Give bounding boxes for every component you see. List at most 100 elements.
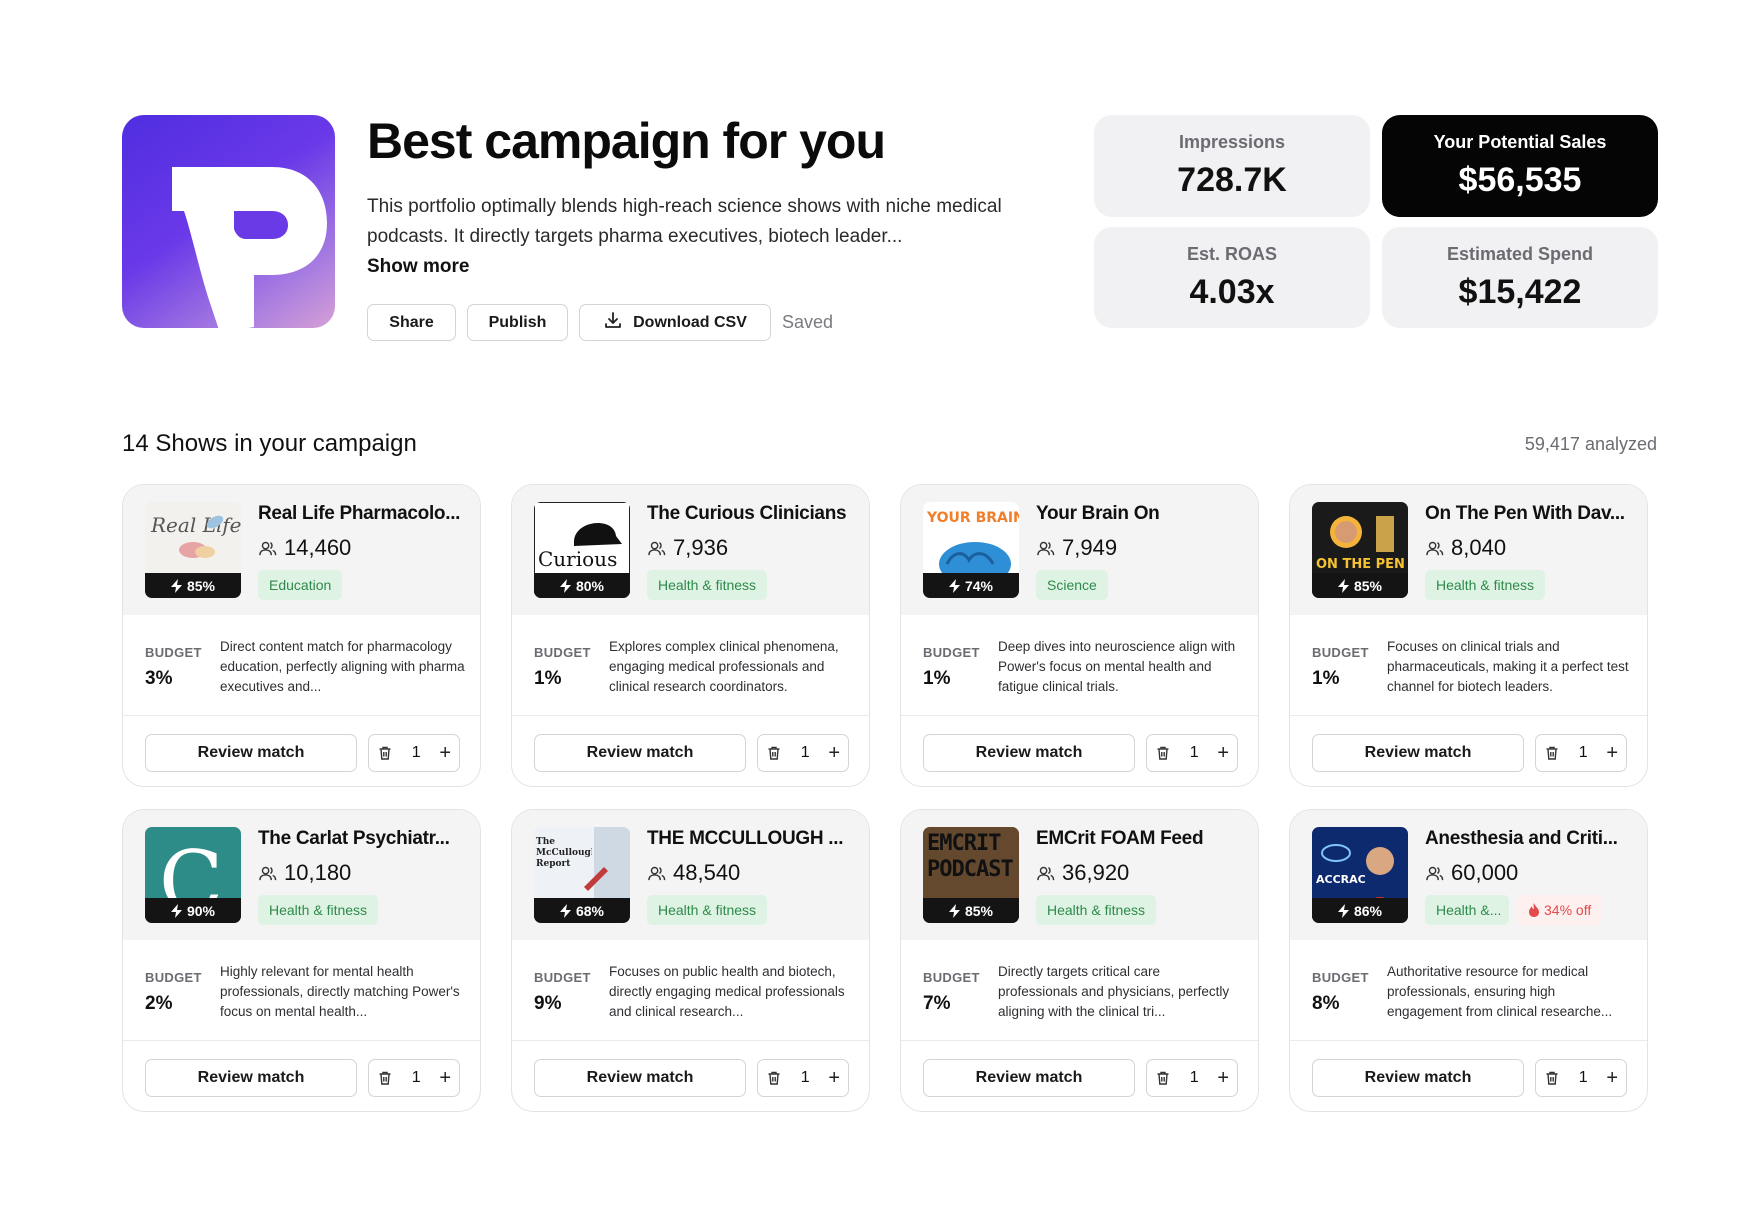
match-score-value: 74%: [964, 577, 994, 594]
users-icon: [1037, 866, 1055, 880]
budget-value: 1%: [1312, 668, 1340, 689]
flame-icon: [1529, 903, 1539, 917]
review-match-button[interactable]: Review match: [1312, 1059, 1524, 1097]
download-icon: [603, 310, 623, 335]
trash-icon[interactable]: [377, 745, 393, 761]
match-score-value: 85%: [186, 577, 216, 594]
review-match-button[interactable]: Review match: [1312, 734, 1524, 772]
thumb-text: Curious: [538, 547, 617, 571]
audience-size: 7,936: [647, 535, 728, 561]
budget-value: 3%: [145, 668, 173, 689]
download-csv-button[interactable]: Download CSV: [579, 304, 771, 341]
thumb-text: YOUR BRAIN ON...: [926, 510, 1019, 526]
match-score: 85%: [1312, 573, 1408, 598]
discount-badge: 34% off: [1518, 895, 1602, 925]
audience-size: 8,040: [1425, 535, 1506, 561]
audience-size: 7,949: [1036, 535, 1117, 561]
plus-icon[interactable]: +: [828, 743, 840, 763]
card-divider: [1290, 715, 1647, 716]
category-tag: Health & fitness: [1425, 570, 1546, 600]
match-reason: Authoritative resource for medical profe…: [1387, 964, 1613, 1019]
show-thumbnail: C 90%: [145, 827, 241, 923]
show-thumbnail: Curious 80%: [534, 502, 630, 598]
show-more-button[interactable]: Show more: [367, 256, 469, 278]
card-divider: [1290, 1040, 1647, 1041]
match-score-value: 85%: [964, 902, 994, 919]
plus-icon[interactable]: +: [1606, 743, 1618, 763]
trash-icon[interactable]: [1155, 745, 1171, 761]
show-card: ACCRAC 86% Anesthesia and Criti... 60,00…: [1289, 809, 1648, 1112]
share-button[interactable]: Share: [367, 304, 456, 341]
quantity-stepper: 1 +: [1535, 1059, 1627, 1097]
match-score: 85%: [923, 898, 1019, 923]
plus-icon[interactable]: +: [828, 1068, 840, 1088]
budget-label: BUDGET: [534, 970, 591, 985]
match-score: 74%: [923, 573, 1019, 598]
review-match-button[interactable]: Review match: [145, 1059, 357, 1097]
budget-label: BUDGET: [1312, 645, 1369, 660]
budget-value: 9%: [534, 993, 562, 1014]
audience-size: 14,460: [258, 535, 351, 561]
users-icon: [259, 541, 277, 555]
budget-label: BUDGET: [1312, 970, 1369, 985]
review-match-button[interactable]: Review match: [534, 734, 746, 772]
trash-icon[interactable]: [377, 1070, 393, 1086]
category-tag: Health & fitness: [647, 895, 768, 925]
potential-sales-stat: Your Potential Sales $56,535: [1382, 115, 1658, 217]
show-card: EMCRIT PODCAST 85% EMCrit FOAM Feed 36,9…: [900, 809, 1259, 1112]
budget-label: BUDGET: [145, 645, 202, 660]
plus-icon[interactable]: +: [439, 1068, 451, 1088]
show-name: Your Brain On: [1036, 503, 1160, 524]
campaign-description: This portfolio optimally blends high-rea…: [367, 196, 1002, 247]
quantity-stepper: 1 +: [368, 1059, 460, 1097]
plus-icon[interactable]: +: [1606, 1068, 1618, 1088]
card-divider: [901, 715, 1258, 716]
audience-value: 8,040: [1451, 535, 1507, 560]
show-name: The Curious Clinicians: [647, 503, 847, 524]
match-score-value: 68%: [575, 902, 605, 919]
show-thumbnail: ON THE PEN 85%: [1312, 502, 1408, 598]
trash-icon[interactable]: [1544, 1070, 1560, 1086]
show-name: The Carlat Psychiatr...: [258, 828, 450, 849]
trash-icon[interactable]: [1544, 745, 1560, 761]
potential-sales-value: $56,535: [1458, 161, 1582, 199]
users-icon: [648, 866, 666, 880]
review-match-button[interactable]: Review match: [145, 734, 357, 772]
bolt-icon: [170, 903, 182, 918]
review-match-button[interactable]: Review match: [923, 734, 1135, 772]
show-card: C 90% The Carlat Psychiatr... 10,180 Hea…: [122, 809, 481, 1112]
review-match-button[interactable]: Review match: [534, 1059, 746, 1097]
budget-value: 8%: [1312, 993, 1340, 1014]
budget-value: 2%: [145, 993, 173, 1014]
plus-icon[interactable]: +: [1217, 1068, 1229, 1088]
plus-icon[interactable]: +: [439, 743, 451, 763]
impressions-label: Impressions: [1178, 132, 1286, 152]
review-match-button[interactable]: Review match: [923, 1059, 1135, 1097]
audience-size: 36,920: [1036, 860, 1129, 886]
card-divider: [512, 1040, 869, 1041]
plus-icon[interactable]: +: [1217, 743, 1229, 763]
show-card: YOUR BRAIN ON... 74% Your Brain On 7,949…: [900, 484, 1259, 787]
match-score: 86%: [1312, 898, 1408, 923]
trash-icon[interactable]: [1155, 1070, 1171, 1086]
match-score: 90%: [145, 898, 241, 923]
roas-label: Est. ROAS: [1186, 243, 1278, 264]
trash-icon[interactable]: [766, 745, 782, 761]
publish-button[interactable]: Publish: [467, 304, 568, 341]
show-name: EMCrit FOAM Feed: [1036, 828, 1204, 849]
card-divider: [123, 1040, 480, 1041]
show-name: Real Life Pharmacolo...: [258, 503, 461, 524]
quantity-value: 1: [800, 744, 810, 761]
category-tag: Health & fitness: [1036, 895, 1157, 925]
quantity-stepper: 1 +: [368, 734, 460, 772]
trash-icon[interactable]: [766, 1070, 782, 1086]
roas-value: 4.03x: [1189, 272, 1275, 311]
impressions-stat: Impressions 728.7K: [1094, 115, 1370, 217]
bolt-icon: [1337, 903, 1349, 918]
show-card: ON THE PEN 85% On The Pen With Dav... 8,…: [1289, 484, 1648, 787]
show-thumbnail: EMCRIT PODCAST 85%: [923, 827, 1019, 923]
audience-value: 10,180: [284, 860, 352, 885]
quantity-stepper: 1 +: [757, 734, 849, 772]
quantity-stepper: 1 +: [1146, 734, 1238, 772]
show-thumbnail: ACCRAC 86%: [1312, 827, 1408, 923]
